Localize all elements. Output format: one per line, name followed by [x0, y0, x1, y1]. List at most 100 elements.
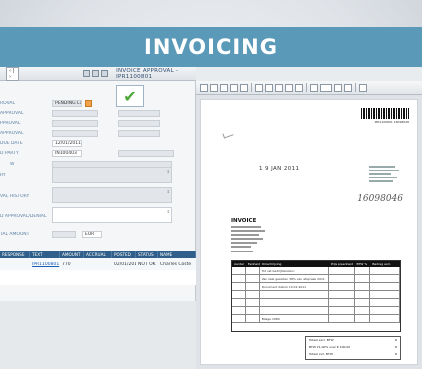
checkmark-icon: ✔	[123, 86, 137, 106]
form-row-status: ROVAL PENDING L1	[0, 99, 92, 107]
toolbar-separator	[306, 83, 307, 92]
approval-field-3[interactable]	[52, 129, 98, 137]
pan-icon[interactable]	[240, 83, 248, 92]
totals-value: €	[395, 345, 397, 349]
banner: INVOICING	[0, 27, 422, 67]
field-label: D APPROVAL/DENIAL	[0, 213, 47, 219]
table-row[interactable]: IPR1100801 770 02/01/2011 NOT OK Charles…	[0, 258, 196, 270]
zoom-icon[interactable]	[230, 83, 238, 92]
annotate-icon[interactable]	[295, 83, 303, 92]
left-empty-area	[0, 301, 196, 369]
invoice-line: Document datum 10.01.2011	[232, 283, 401, 291]
barcode	[361, 108, 409, 119]
toolbar-icons	[83, 70, 109, 77]
fit-width-icon[interactable]	[265, 83, 273, 92]
grid-header-cell[interactable]: ACCRUAL	[84, 251, 112, 258]
approval-field-1b[interactable]	[118, 109, 160, 117]
scroll-arrows-icon[interactable]: ⇕	[167, 189, 170, 194]
invoice-line: Tot vst bedrijfskosten:	[232, 267, 401, 275]
scroll-arrows-icon[interactable]: ⇕	[167, 209, 170, 214]
field-label: D PARTY	[0, 150, 19, 156]
approval-field-2b[interactable]	[118, 119, 160, 127]
approval-form: ✔ ROVAL PENDING L1 APPROVAL PPROVAL APPR…	[0, 81, 196, 301]
invoice-totals: Totaal excl. BTW € BTW 21,00% over € 100…	[305, 336, 401, 360]
print-icon[interactable]	[200, 83, 208, 92]
save-icon[interactable]	[210, 83, 218, 92]
invoice-line-text: Document datum 10.01.2011	[260, 283, 329, 290]
refresh-icon[interactable]	[92, 70, 100, 77]
nav-arrows-button[interactable]: ‹ | ›	[6, 66, 20, 81]
totals-row: Totaal incl. BTW €	[306, 351, 400, 358]
invoice-line-text: Tot vst bedrijfskosten:	[260, 267, 329, 274]
invoice-document: IPR1100801 16098046 1 9 JAN 2011 1609804…	[200, 99, 418, 365]
totals-value: €	[395, 352, 397, 356]
received-stamp: 1 9 JAN 2011	[259, 166, 300, 172]
app-window: ‹ | › INVOICE APPROVAL - IPR1100801 ✔ RO…	[0, 66, 422, 369]
field-label: APPROVAL	[0, 130, 24, 136]
save-icon[interactable]	[83, 70, 91, 77]
response-grid: RESPONSE TEXT AMOUNT ACCRUAL POSTED STAT…	[0, 251, 196, 285]
field-label: APPROVAL	[0, 110, 24, 116]
grid-header-cell[interactable]: STATUS	[136, 251, 158, 258]
handwritten-mark	[222, 130, 234, 139]
grid-header-cell[interactable]: AMOUNT	[60, 251, 84, 258]
first-page-icon[interactable]	[310, 83, 318, 92]
menu-icon[interactable]	[359, 83, 367, 92]
approval-field-2[interactable]	[52, 119, 98, 127]
grid-header-cell[interactable]: NAME	[158, 251, 196, 258]
fit-page-icon[interactable]	[255, 83, 263, 92]
form-row-history: VAL HISTORY	[0, 192, 52, 200]
rotate-icon[interactable]	[275, 83, 283, 92]
form-row-approval-1: APPROVAL	[0, 109, 160, 117]
invoice-line: Bilage 1989	[232, 315, 401, 323]
banner-title: INVOICING	[144, 35, 278, 59]
total-amount-field[interactable]	[52, 230, 76, 238]
form-row-party: D PARTY IN100403	[0, 149, 174, 157]
invoice-line-text: Van zaal gesloten 38% van afspraak 2011	[260, 275, 329, 282]
invoice-link[interactable]: IPR1100801	[30, 262, 60, 267]
form-row-approval-3: APPROVAL	[0, 129, 160, 137]
field-label: RY	[0, 172, 6, 178]
totals-label: Totaal excl. BTW	[309, 338, 334, 342]
history-textarea[interactable]: ⇕	[52, 187, 172, 203]
approval-field-1[interactable]	[52, 109, 98, 117]
next-page-icon[interactable]	[334, 83, 342, 92]
invoice-lines-table: Aantal Eenheid Omschrijving Prijs p/eenh…	[231, 260, 401, 332]
viewer-toolbar	[196, 81, 422, 95]
approval-field-3b[interactable]	[118, 129, 160, 137]
totals-label: BTW 21,00% over € 100,00	[309, 345, 351, 349]
invoice-line	[232, 299, 401, 307]
form-row-approval-2: PPROVAL	[0, 119, 160, 127]
currency-field[interactable]: EUR	[82, 230, 102, 238]
form-row-approval-denial: D APPROVAL/DENIAL	[0, 212, 52, 220]
grid-header: RESPONSE TEXT AMOUNT ACCRUAL POSTED STAT…	[0, 251, 196, 258]
ry-textarea[interactable]: ⇕	[52, 167, 172, 183]
field-label: DUE DATE	[0, 140, 23, 146]
email-icon[interactable]	[220, 83, 228, 92]
last-page-icon[interactable]	[344, 83, 352, 92]
invoice-metadata	[231, 226, 267, 255]
approve-button[interactable]: ✔	[116, 85, 144, 107]
field-label: VAL HISTORY	[0, 193, 30, 199]
lookup-icon[interactable]	[85, 99, 92, 107]
status-field[interactable]: PENDING L1	[52, 99, 82, 107]
field-label: TAL AMOUNT	[0, 231, 30, 237]
party-field[interactable]: IN100403	[52, 149, 82, 157]
form-row-total: TAL AMOUNT EUR	[0, 230, 102, 238]
grid-header-cell[interactable]: RESPONSE	[0, 251, 30, 258]
grid-header-cell[interactable]: POSTED	[112, 251, 136, 258]
approval-denial-textarea[interactable]: ⇕	[52, 207, 172, 223]
field-label: ROVAL	[0, 100, 15, 106]
attach-icon[interactable]	[101, 70, 109, 77]
form-row-due-date: DUE DATE 12/01/2011	[0, 139, 82, 147]
grid-header-cell[interactable]: TEXT	[30, 251, 60, 258]
invoice-line	[232, 291, 401, 299]
totals-label: Totaal incl. BTW	[309, 352, 333, 356]
document-viewer: IPR1100801 16098046 1 9 JAN 2011 1609804…	[196, 81, 422, 369]
party-name-field[interactable]	[118, 149, 174, 157]
scroll-arrows-icon[interactable]: ⇕	[167, 169, 170, 174]
page-number-input[interactable]	[320, 83, 332, 92]
thumbnails-icon[interactable]	[285, 83, 293, 92]
form-row-ry: RY	[0, 171, 52, 179]
due-date-field[interactable]: 12/01/2011	[52, 139, 82, 147]
